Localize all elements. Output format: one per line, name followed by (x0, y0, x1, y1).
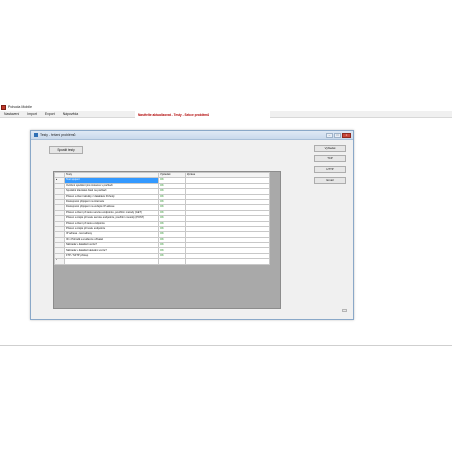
test-result-cell[interactable] (158, 258, 186, 265)
close-icon[interactable]: × (342, 132, 351, 138)
menu-item-export[interactable]: Export (41, 111, 59, 117)
tests-table-body: ▸ Test spojení OK Ověření spuštění jiné ins… (54, 177, 270, 265)
tests-dialog: Testy - řešení problémů – □ × Spustit te… (30, 130, 354, 320)
table-row[interactable]: * (54, 258, 270, 265)
app-title: Pohoda Mobile (8, 105, 32, 109)
search-button[interactable]: Vyhledat (314, 145, 346, 152)
resize-grip-icon[interactable] (342, 309, 347, 312)
menu-item-help[interactable]: Nápověda (59, 111, 82, 117)
app-titlebar: Pohoda Mobile (0, 103, 32, 111)
test-message-cell[interactable] (185, 258, 270, 265)
dialog-titlebar[interactable]: Testy - řešení problémů – □ × (31, 131, 353, 140)
row-header-cell: * (54, 258, 65, 265)
dialog-title: Testy - řešení problémů (40, 133, 76, 137)
run-tests-button[interactable]: Spustit testy (49, 146, 83, 154)
menu-item-settings[interactable]: Nastavení (0, 111, 23, 117)
maximize-icon[interactable]: □ (334, 132, 341, 138)
tests-grid: Testy Výsledek Zpráva ▸ Test spojení OK Ově… (53, 171, 281, 309)
dialog-icon (34, 133, 38, 137)
email-button[interactable]: Email (314, 177, 346, 184)
app-logo-icon (1, 104, 6, 110)
tcp-button[interactable]: TCP (314, 155, 346, 162)
minimize-icon[interactable]: – (326, 132, 333, 138)
test-name-cell[interactable] (64, 258, 159, 265)
tests-table: Testy Výsledek Zpráva ▸ Test spojení OK Ově… (54, 171, 270, 265)
http-button[interactable]: HTTP (314, 166, 346, 173)
window-controls: – □ × (326, 132, 351, 138)
menu-item-import[interactable]: Import (23, 111, 41, 117)
